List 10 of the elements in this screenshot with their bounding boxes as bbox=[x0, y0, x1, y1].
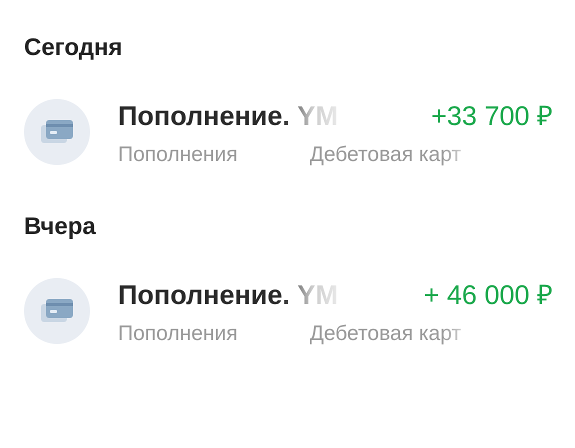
section-heading: Сегодня bbox=[24, 34, 122, 62]
operation-amount: + 46 000 ₽ bbox=[424, 279, 553, 312]
operation-amount: +33 700 ₽ bbox=[431, 100, 553, 133]
operation-account: Дебетовая карт bbox=[310, 143, 462, 167]
operation-category: Пополнения bbox=[118, 143, 238, 167]
operation-category: Пополнения bbox=[118, 322, 238, 346]
card-icon bbox=[41, 118, 73, 144]
card-icon bbox=[41, 298, 73, 324]
operation-account: Дебетовая карт bbox=[310, 322, 462, 346]
section-heading: Вчера bbox=[24, 213, 96, 241]
